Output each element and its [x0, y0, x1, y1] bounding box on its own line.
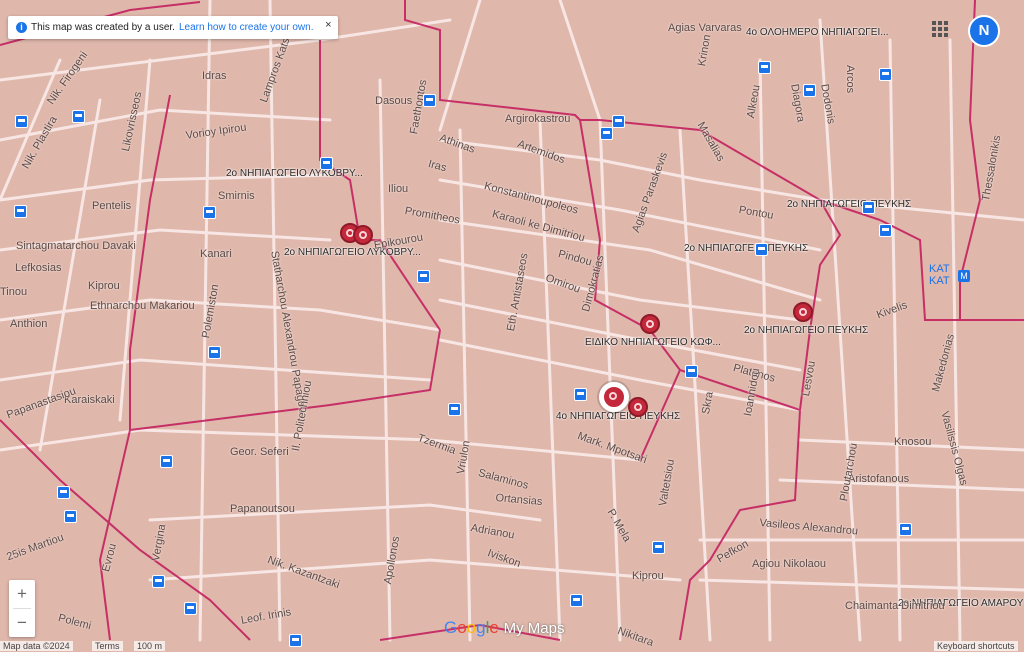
- street-label: Knosou: [894, 436, 932, 448]
- street-label: Anthion: [10, 318, 48, 330]
- bus-stop-icon[interactable]: [899, 523, 912, 536]
- place-label: 2ο ΝΗΠΙΑΓΩΓΕΙΟ ΛΥΚΟΒΡΥ...: [226, 168, 363, 179]
- bus-stop-icon[interactable]: [755, 243, 768, 256]
- place-label: 4ο ΝΗΠΙΑΓΩΓΕΙΟ ΠΕΥΚΗΣ: [556, 411, 681, 422]
- street-label: Papanoutsou: [230, 503, 295, 515]
- close-icon[interactable]: ×: [325, 19, 331, 31]
- map-marker[interactable]: [353, 225, 373, 245]
- street-label: Kanari: [200, 248, 232, 260]
- bus-stop-icon[interactable]: [423, 94, 436, 107]
- bus-stop-icon[interactable]: [160, 455, 173, 468]
- user-map-notice: i This map was created by a user. Learn …: [8, 16, 338, 39]
- street-label: Ethnarchou Makariou: [90, 300, 195, 312]
- map-data-attribution: Map data ©2024: [0, 641, 73, 651]
- map-canvas[interactable]: 4ο ΟΛΟΗΜΕΡΟ ΝΗΠΙΑΓΩΓΕΙ... 2ο ΝΗΠΙΑΓΩΓΕΙΟ…: [0, 0, 1024, 652]
- create-map-link[interactable]: Learn how to create your own.: [179, 22, 314, 33]
- bus-stop-icon[interactable]: [72, 110, 85, 123]
- bus-stop-icon[interactable]: [570, 594, 583, 607]
- street-label: Geor. Seferi: [230, 446, 289, 458]
- place-label: 2ο ΝΗΠΙΑΓΩΓΕΙΟ ΛΥΚΟΒΡΥ...: [284, 247, 421, 258]
- bus-stop-icon[interactable]: [208, 346, 221, 359]
- apps-grid-icon[interactable]: [932, 21, 948, 37]
- bus-stop-icon[interactable]: [574, 388, 587, 401]
- keyboard-shortcuts-link[interactable]: Keyboard shortcuts: [934, 641, 1018, 651]
- street-label: Iliou: [388, 183, 409, 195]
- street-label: Aristofanous: [848, 473, 910, 485]
- metro-station-label: ΚΑΤ ΚΑΤ: [929, 263, 950, 287]
- zoom-in-button[interactable]: +: [9, 580, 35, 608]
- street-label: Dasous: [375, 95, 413, 107]
- bus-stop-icon[interactable]: [320, 157, 333, 170]
- bus-stop-icon[interactable]: [57, 486, 70, 499]
- bus-stop-icon[interactable]: [14, 205, 27, 218]
- street-label: Argirokastrou: [505, 113, 571, 125]
- bus-stop-icon[interactable]: [685, 365, 698, 378]
- bus-stop-icon[interactable]: [417, 270, 430, 283]
- street-label: Smirnis: [218, 190, 255, 202]
- place-label: 2ο ΝΗΠΙΑΓΩΓΕΙΟ ΠΕΥΚΗΣ: [787, 199, 912, 210]
- street-label: Agiou Nikolaou: [752, 558, 826, 570]
- bus-stop-icon[interactable]: [803, 84, 816, 97]
- street-label: Sintagmatarchou Davaki: [16, 240, 136, 252]
- info-icon: i: [16, 22, 27, 33]
- bus-stop-icon[interactable]: [152, 575, 165, 588]
- street-label: Kiprou: [632, 570, 664, 582]
- bus-stop-icon[interactable]: [758, 61, 771, 74]
- map-marker[interactable]: [628, 397, 648, 417]
- place-label: 2ο ΝΗΠΙΑΓΩΓΕΙΟ ΠΕΥΚΗΣ: [684, 243, 809, 254]
- bus-stop-icon[interactable]: [203, 206, 216, 219]
- scale-label[interactable]: 100 m: [134, 641, 166, 651]
- bus-stop-icon[interactable]: [879, 224, 892, 237]
- map-marker[interactable]: [640, 314, 660, 334]
- map-footer: Map data ©2024 Terms 100 m Keyboard shor…: [0, 641, 1024, 652]
- bus-stop-icon[interactable]: [184, 602, 197, 615]
- bus-stop-icon[interactable]: [862, 201, 875, 214]
- street-label: Kiprou: [88, 280, 120, 292]
- bus-stop-icon[interactable]: [600, 127, 613, 140]
- metro-icon: M: [958, 270, 970, 282]
- street-label: Idras: [202, 70, 227, 82]
- street-label: Arcos: [844, 65, 856, 94]
- terms-link[interactable]: Terms: [92, 641, 123, 651]
- street-label: Lefkosias: [15, 262, 62, 274]
- notice-text: This map was created by a user.: [31, 22, 175, 33]
- place-label: ΕΙΔΙΚΟ ΝΗΠΙΑΓΩΓΕΙΟ ΚΩΦ...: [585, 337, 721, 348]
- bus-stop-icon[interactable]: [15, 115, 28, 128]
- map-marker[interactable]: [793, 302, 813, 322]
- bus-stop-icon[interactable]: [448, 403, 461, 416]
- zoom-out-button[interactable]: −: [9, 609, 35, 637]
- map-marker-selected[interactable]: [599, 382, 629, 412]
- place-label: 4ο ΟΛΟΗΜΕΡΟ ΝΗΠΙΑΓΩΓΕΙ...: [746, 27, 889, 38]
- bus-stop-icon[interactable]: [612, 115, 625, 128]
- street-label: Agias Varvaras: [668, 22, 742, 34]
- google-my-maps-logo: Google My Maps: [444, 618, 565, 637]
- street-label: Pentelis: [92, 200, 132, 212]
- avatar[interactable]: N: [968, 15, 1000, 47]
- zoom-control: + −: [9, 580, 35, 637]
- bus-stop-icon[interactable]: [879, 68, 892, 81]
- street-label: Chaimanta Dimitriou: [845, 600, 945, 612]
- bus-stop-icon[interactable]: [652, 541, 665, 554]
- bus-stop-icon[interactable]: [64, 510, 77, 523]
- street-label: Tinou: [0, 286, 28, 298]
- place-label: 2ο ΝΗΠΙΑΓΩΓΕΙΟ ΠΕΥΚΗΣ: [744, 325, 869, 336]
